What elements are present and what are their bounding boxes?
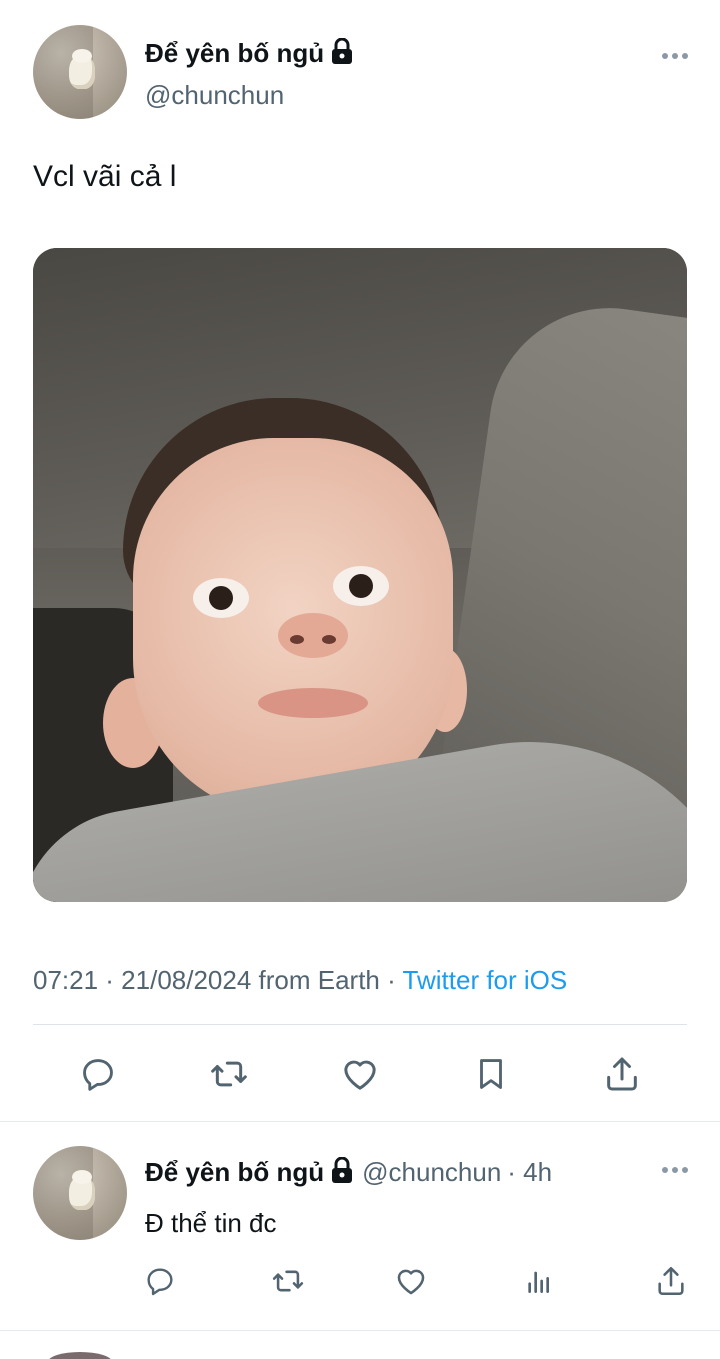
reply-like-button[interactable] (393, 1263, 429, 1299)
lock-icon (330, 37, 354, 71)
section-separator (0, 1330, 720, 1331)
share-button[interactable] (600, 1052, 644, 1096)
more-horizontal-icon[interactable] (662, 53, 688, 59)
more-horizontal-icon[interactable] (662, 1167, 688, 1173)
next-tweet-avatar[interactable] (48, 1352, 112, 1359)
retweet-icon (272, 1270, 304, 1292)
tweet-text: Vcl vãi cả l (33, 160, 177, 193)
reply-author-handle[interactable]: @chunchun (362, 1157, 501, 1187)
retweet-icon (211, 1061, 247, 1087)
bookmark-icon (480, 1059, 502, 1089)
reply-text: Đ thể tin đc (145, 1208, 277, 1238)
heart-icon (344, 1060, 376, 1090)
tweet-source-link[interactable]: Twitter for iOS (403, 965, 568, 995)
reply-icon (147, 1268, 173, 1296)
avatar-toy-image (69, 49, 95, 89)
tweet-media-photo[interactable] (33, 248, 687, 902)
retweet-button[interactable] (207, 1052, 251, 1096)
reply-author-avatar[interactable] (33, 1146, 127, 1240)
share-icon (658, 1266, 684, 1296)
author-handle[interactable]: @chunchun (145, 80, 284, 111)
lock-icon (330, 1156, 354, 1190)
reply-button[interactable] (76, 1052, 120, 1096)
reply-time-ago: · 4h (507, 1157, 553, 1187)
heart-icon (397, 1269, 425, 1295)
divider (33, 1024, 687, 1025)
section-separator (0, 1121, 720, 1122)
reply-reply-button[interactable] (142, 1263, 178, 1299)
author-name-text: Để yên bố ngủ (145, 38, 325, 68)
tweet-timestamp: 07:21 · 21/08/2024 from Earth · (33, 965, 403, 995)
reply-author-name[interactable]: Để yên bố ngủ (145, 1157, 324, 1187)
tweet-metadata: 07:21 · 21/08/2024 from Earth · Twitter … (33, 965, 567, 996)
reply-icon (83, 1059, 113, 1091)
analytics-icon (528, 1271, 549, 1293)
author-name[interactable]: Để yên bố ngủ (145, 37, 354, 71)
author-avatar[interactable] (33, 25, 127, 119)
reply-retweet-button[interactable] (270, 1263, 306, 1299)
like-button[interactable] (338, 1052, 382, 1096)
reply-views-button[interactable] (521, 1263, 557, 1299)
bookmark-button[interactable] (469, 1052, 513, 1096)
share-icon (607, 1057, 637, 1091)
reply-header: Để yên bố ngủ @chunchun · 4h (145, 1156, 553, 1190)
reply-share-button[interactable] (653, 1263, 689, 1299)
